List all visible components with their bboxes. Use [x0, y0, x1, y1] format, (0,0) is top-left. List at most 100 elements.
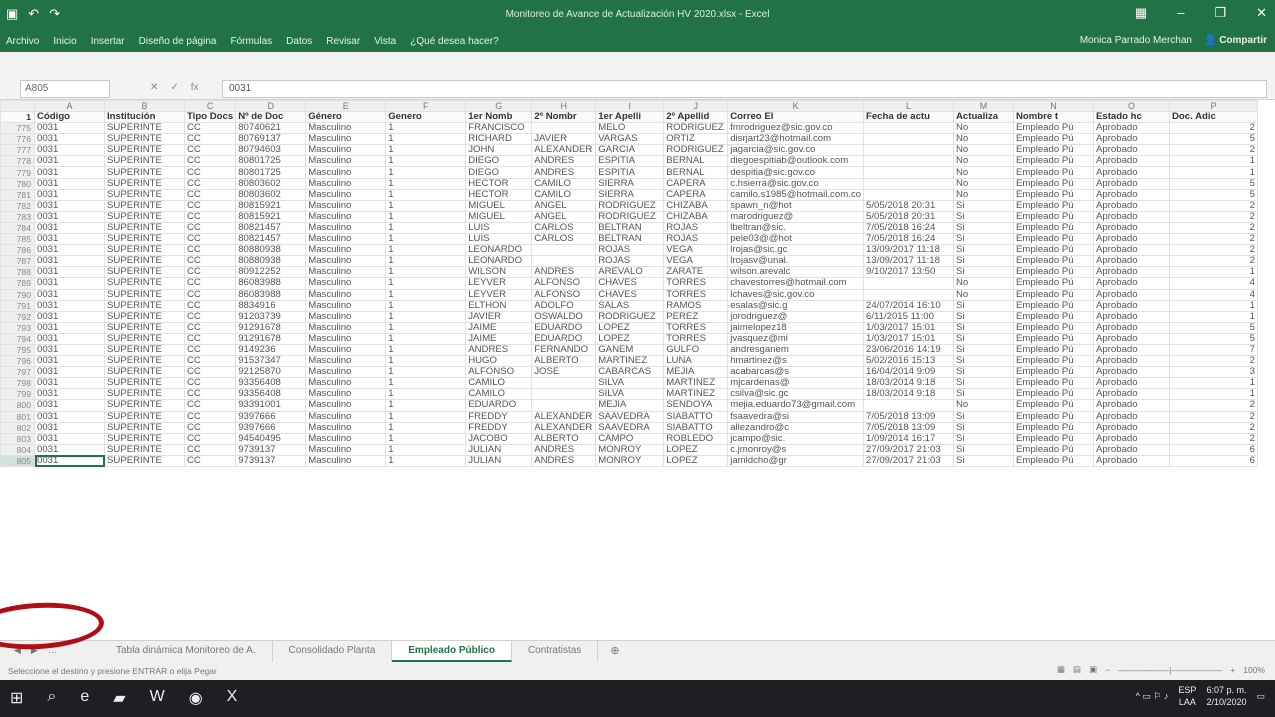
- cell[interactable]: jamldcho@gr: [727, 454, 864, 468]
- cell[interactable]: SUPERINTE: [104, 454, 185, 468]
- cell[interactable]: CC: [183, 255, 237, 268]
- cell[interactable]: CC: [183, 421, 237, 434]
- cell[interactable]: 2: [1168, 122, 1258, 135]
- cell[interactable]: 9149236: [235, 343, 307, 357]
- cell[interactable]: 2: [1168, 432, 1258, 445]
- cell[interactable]: 18/03/2014 9:18: [862, 377, 954, 390]
- cell[interactable]: MEJIA: [663, 366, 729, 379]
- cell[interactable]: 27/09/2017 21:03: [862, 454, 954, 468]
- cell[interactable]: SUPERINTE: [104, 188, 185, 201]
- cell[interactable]: SUPERINTE: [104, 366, 185, 379]
- row-header[interactable]: 804: [0, 443, 35, 456]
- cell[interactable]: HUGO: [465, 355, 533, 368]
- cell[interactable]: mejia.eduardo73@gmail.com: [727, 399, 864, 412]
- row-header[interactable]: 788: [0, 266, 35, 279]
- cell[interactable]: CC: [183, 399, 237, 412]
- cell[interactable]: 80801725: [235, 166, 307, 179]
- cell[interactable]: 6: [1168, 443, 1258, 456]
- cell[interactable]: 80815921: [235, 199, 307, 212]
- close-icon[interactable]: ✕: [1256, 5, 1267, 21]
- row-header[interactable]: 798: [0, 377, 35, 390]
- ribbon-display-icon[interactable]: ▦: [1135, 5, 1147, 21]
- cell[interactable]: SUPERINTE: [104, 133, 185, 146]
- cell[interactable]: CHAVES: [595, 277, 665, 290]
- cell[interactable]: SUPERINTE: [104, 443, 185, 456]
- cell[interactable]: Si: [952, 210, 1014, 223]
- cell[interactable]: Empleado Pú: [1012, 144, 1094, 157]
- column-header[interactable]: P: [1168, 100, 1258, 112]
- cell[interactable]: 86083988: [235, 277, 307, 290]
- cell[interactable]: 1: [385, 221, 467, 235]
- cell[interactable]: 2: [1168, 199, 1258, 212]
- page-layout-icon[interactable]: ▤: [1073, 664, 1081, 675]
- cell[interactable]: RODRIGUEZ: [663, 122, 729, 135]
- cell[interactable]: jagarcia@sic.gov.co: [727, 144, 864, 157]
- cell[interactable]: LUNA: [663, 355, 729, 368]
- cell[interactable]: ANDRES: [531, 155, 597, 168]
- cell[interactable]: 0031: [34, 166, 105, 179]
- cell[interactable]: [862, 122, 954, 135]
- cell[interactable]: 0031: [34, 233, 105, 246]
- cell[interactable]: Aprobado: [1092, 388, 1170, 401]
- cell[interactable]: Empleado Pú: [1012, 288, 1094, 301]
- cell[interactable]: ALFONSO: [531, 288, 597, 301]
- user-name[interactable]: Monica Parrado Merchan: [1080, 35, 1192, 46]
- cell[interactable]: lrojas@sic.gc: [727, 244, 864, 257]
- cell[interactable]: CC: [183, 233, 237, 246]
- cell[interactable]: 0031: [34, 288, 105, 301]
- cell[interactable]: 9739137: [235, 443, 307, 456]
- column-filter-header[interactable]: Genero: [385, 110, 467, 124]
- cell[interactable]: ORTIZ: [663, 133, 729, 146]
- cell[interactable]: [862, 133, 954, 146]
- cell[interactable]: 5: [1168, 321, 1258, 334]
- cell[interactable]: Si: [952, 233, 1014, 246]
- cell[interactable]: JOSE: [531, 366, 597, 379]
- cell[interactable]: LOPEZ: [663, 454, 729, 468]
- ribbon-tab[interactable]: Insertar: [91, 36, 125, 47]
- column-filter-header[interactable]: Fecha de actu: [862, 110, 954, 124]
- cell[interactable]: Masculino: [305, 210, 387, 223]
- cell[interactable]: DIEGO: [465, 155, 533, 168]
- cell[interactable]: [531, 244, 597, 257]
- cell[interactable]: 1: [385, 321, 467, 334]
- cell[interactable]: ESPITIA: [595, 155, 665, 168]
- cell[interactable]: 7/05/2018 13:09: [862, 410, 954, 423]
- cell[interactable]: SUPERINTE: [104, 255, 185, 268]
- cell[interactable]: Masculino: [305, 166, 387, 179]
- cell[interactable]: Aprobado: [1092, 410, 1170, 423]
- cell[interactable]: diegoespitiab@outlook.com: [727, 155, 864, 168]
- cell[interactable]: jcampo@sic.: [727, 432, 864, 445]
- name-box[interactable]: A805: [20, 80, 110, 98]
- row-header[interactable]: 775: [0, 122, 35, 135]
- cell[interactable]: acabarcas@s: [727, 366, 864, 379]
- cell[interactable]: 8834916: [235, 299, 307, 312]
- cell[interactable]: Aprobado: [1092, 244, 1170, 257]
- cell[interactable]: 2: [1168, 410, 1258, 423]
- cell[interactable]: fmrodriguez@sic.gov.co: [727, 122, 864, 135]
- cell[interactable]: lchaves@sic.gov.co: [727, 288, 864, 301]
- cell[interactable]: Si: [952, 299, 1014, 312]
- row-header[interactable]: 794: [0, 332, 35, 345]
- cell[interactable]: SUPERINTE: [104, 244, 185, 257]
- cell[interactable]: [531, 255, 597, 268]
- maximize-icon[interactable]: ❐: [1214, 5, 1226, 21]
- row-header[interactable]: 787: [0, 255, 35, 268]
- cell[interactable]: 91291678: [235, 321, 307, 334]
- cell[interactable]: 1: [1168, 388, 1258, 401]
- keyboard-language[interactable]: ESP LAA: [1178, 684, 1196, 708]
- cell[interactable]: CC: [183, 432, 237, 445]
- cell[interactable]: disrjart23@hotmail.com: [727, 133, 864, 146]
- cell[interactable]: 0031: [34, 199, 105, 212]
- cell[interactable]: Si: [952, 310, 1014, 323]
- row-header[interactable]: 782: [0, 199, 35, 212]
- cell[interactable]: 1: [385, 122, 467, 135]
- cell[interactable]: Empleado Pú: [1012, 188, 1094, 201]
- cell[interactable]: [862, 288, 954, 301]
- cell[interactable]: PEREZ: [663, 310, 729, 323]
- cell[interactable]: No: [952, 122, 1014, 135]
- cell[interactable]: 1: [385, 332, 467, 345]
- cell[interactable]: ANDRES: [531, 266, 597, 279]
- cell[interactable]: 0031: [34, 321, 105, 334]
- cell[interactable]: CC: [183, 244, 237, 257]
- cell[interactable]: 80794603: [235, 144, 307, 157]
